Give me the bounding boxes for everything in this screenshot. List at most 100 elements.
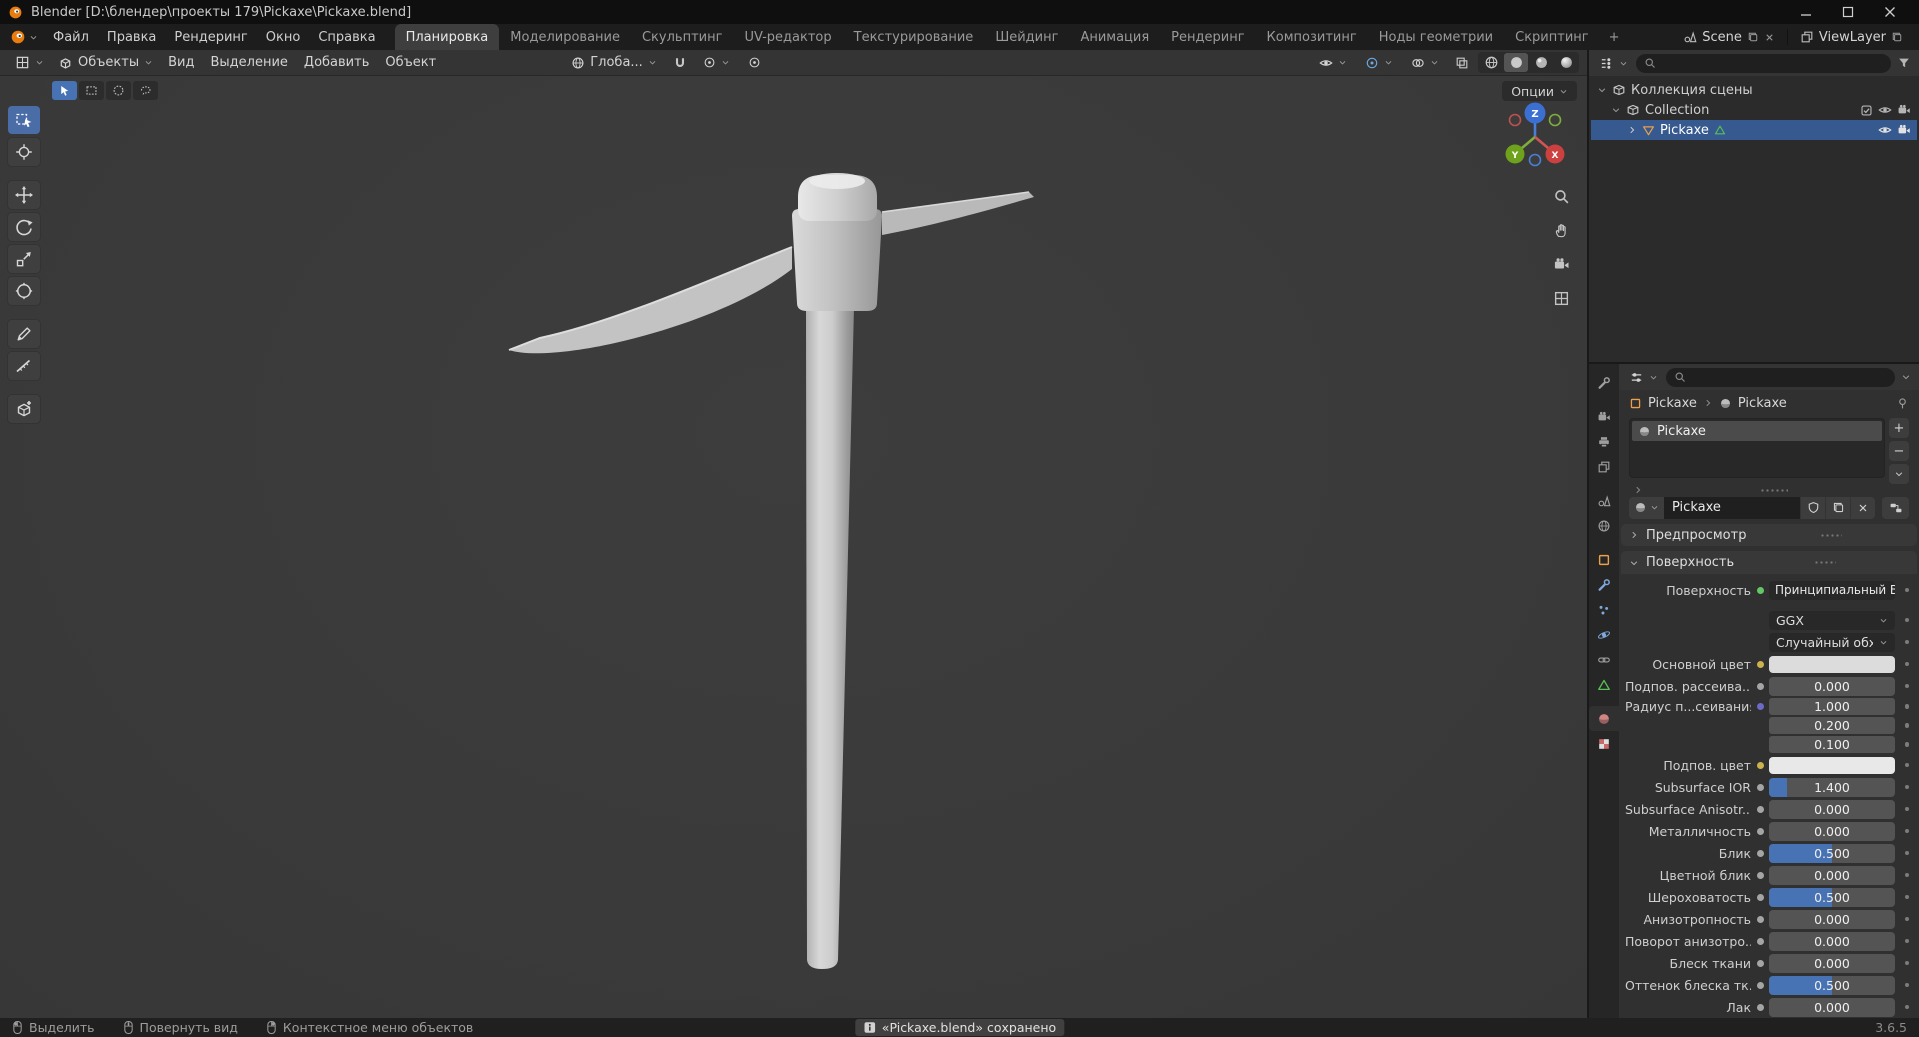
blender-menu-button[interactable] xyxy=(4,24,44,50)
decorator-dot[interactable] xyxy=(1895,723,1919,728)
decorator-dot[interactable] xyxy=(1895,806,1919,812)
decorator-dot[interactable] xyxy=(1895,828,1919,834)
proportional-editing-dropdown[interactable] xyxy=(741,54,768,71)
move-tool[interactable] xyxy=(8,181,40,209)
annotate-tool[interactable] xyxy=(8,320,40,348)
anisotropic-slider[interactable]: 0.000 xyxy=(1769,909,1895,929)
tab-scene[interactable] xyxy=(1589,488,1619,513)
decorator-dot[interactable] xyxy=(1895,639,1919,645)
camera-view-icon[interactable] xyxy=(1549,252,1573,276)
mode-select[interactable]: Объекты xyxy=(51,53,160,72)
scene-collection-row[interactable]: Коллекция сцены xyxy=(1591,80,1917,100)
decorator-dot[interactable] xyxy=(1895,683,1919,689)
tab-sculpting[interactable]: Скульптинг xyxy=(631,24,733,50)
tab-modifiers[interactable] xyxy=(1589,572,1619,597)
snap-target-dropdown[interactable] xyxy=(696,54,737,71)
tab-render[interactable] xyxy=(1589,404,1619,429)
properties-editor-type-button[interactable] xyxy=(1627,368,1660,387)
zoom-icon[interactable] xyxy=(1549,184,1573,208)
subsurface-ior-slider[interactable]: 1.400 xyxy=(1769,777,1895,797)
cursor-tool[interactable] xyxy=(8,138,40,166)
viewlayer-selector[interactable]: ViewLayer xyxy=(1794,28,1909,47)
base-color-swatch[interactable] xyxy=(1769,655,1895,673)
render-visibility-camera-icon[interactable] xyxy=(1897,123,1911,137)
shading-rendered-button[interactable] xyxy=(1554,53,1578,72)
tab-object-data[interactable] xyxy=(1589,672,1619,697)
unlink-scene-icon[interactable] xyxy=(1764,32,1775,43)
radius-z-field[interactable]: 0.100 xyxy=(1769,736,1895,753)
decorator-dot[interactable] xyxy=(1895,617,1919,623)
outliner-search-input[interactable] xyxy=(1636,53,1891,73)
measure-tool[interactable] xyxy=(8,352,40,380)
close-button[interactable] xyxy=(1869,0,1911,24)
pan-hand-icon[interactable] xyxy=(1549,218,1573,242)
menu-select[interactable]: Выделение xyxy=(202,52,295,73)
decorator-dot[interactable] xyxy=(1895,661,1919,667)
chevron-down-icon[interactable] xyxy=(1597,85,1607,95)
shading-solid-button[interactable] xyxy=(1504,53,1528,72)
distribution-dropdown[interactable]: GGX xyxy=(1769,610,1895,630)
unlink-material-button[interactable] xyxy=(1850,496,1875,519)
editor-type-button[interactable] xyxy=(8,53,51,72)
radius-y-field[interactable]: 0.200 xyxy=(1769,717,1895,734)
menu-help[interactable]: Справка xyxy=(309,26,384,49)
add-workspace-button[interactable]: + xyxy=(1600,24,1629,50)
new-material-button[interactable] xyxy=(1825,496,1850,519)
subsurface-slider[interactable]: 0.000 xyxy=(1769,676,1895,696)
select-mode-circle[interactable] xyxy=(106,81,131,100)
overlays-dropdown[interactable] xyxy=(1404,54,1446,72)
select-mode-box[interactable] xyxy=(79,81,104,100)
transform-tool[interactable] xyxy=(8,277,40,305)
menu-file[interactable]: Файл xyxy=(44,26,98,49)
specular-tint-slider[interactable]: 0.000 xyxy=(1769,865,1895,885)
tab-compositing[interactable]: Композитинг xyxy=(1256,24,1368,50)
tab-texturing[interactable]: Текстурирование xyxy=(843,24,985,50)
minimize-button[interactable] xyxy=(1785,0,1827,24)
tab-rendering[interactable]: Рендеринг xyxy=(1160,24,1255,50)
tab-texture[interactable] xyxy=(1589,731,1619,756)
menu-add[interactable]: Добавить xyxy=(296,52,377,73)
rotate-tool[interactable] xyxy=(8,213,40,241)
anisotropic-rotation-slider[interactable]: 0.000 xyxy=(1769,931,1895,951)
chevron-right-icon[interactable] xyxy=(1633,485,1643,495)
decorator-dot[interactable] xyxy=(1895,872,1919,878)
material-name-field[interactable]: Pickaxe xyxy=(1664,496,1800,519)
navigation-gizmo[interactable]: Z Y X xyxy=(1489,88,1581,180)
maximize-button[interactable] xyxy=(1827,0,1869,24)
menu-object[interactable]: Объект xyxy=(377,52,444,73)
decorator-dot[interactable] xyxy=(1895,894,1919,900)
subsurface-method-dropdown[interactable]: Случайный обход xyxy=(1769,632,1895,652)
clearcoat-slider[interactable]: 0.000 xyxy=(1769,997,1895,1017)
decorator-dot[interactable] xyxy=(1895,762,1919,768)
sheen-slider[interactable]: 0.000 xyxy=(1769,953,1895,973)
use-nodes-button[interactable] xyxy=(1882,496,1909,519)
browse-material-button[interactable] xyxy=(1629,496,1664,519)
properties-search-input[interactable] xyxy=(1666,367,1895,387)
specular-slider[interactable]: 0.500 xyxy=(1769,843,1895,863)
hide-eye-icon[interactable] xyxy=(1878,103,1892,117)
xray-toggle[interactable] xyxy=(1450,53,1474,73)
metallic-slider[interactable]: 0.000 xyxy=(1769,821,1895,841)
add-slot-button[interactable]: + xyxy=(1889,418,1909,439)
filter-funnel-icon[interactable] xyxy=(1897,56,1911,70)
tab-world[interactable] xyxy=(1589,513,1619,538)
tab-material[interactable] xyxy=(1589,706,1619,731)
slot-list-grip[interactable] xyxy=(1619,486,1919,494)
tab-geometry-nodes[interactable]: Ноды геометрии xyxy=(1368,24,1504,50)
decorator-dot[interactable] xyxy=(1895,850,1919,856)
shader-select-button[interactable]: Принципиальный BSDF xyxy=(1769,580,1895,600)
gizmos-dropdown[interactable] xyxy=(1358,54,1400,72)
select-mode-lasso[interactable] xyxy=(133,81,158,100)
decorator-dot[interactable] xyxy=(1895,982,1919,988)
decorator-dot[interactable] xyxy=(1895,1004,1919,1010)
tab-view-layer[interactable] xyxy=(1589,454,1619,479)
tab-uv-editor[interactable]: UV-редактор xyxy=(733,24,842,50)
surface-section-header[interactable]: Поверхность xyxy=(1621,551,1917,574)
subsurface-color-swatch[interactable] xyxy=(1769,756,1895,774)
transform-orientation-dropdown[interactable]: Глоба... xyxy=(564,53,664,72)
scene-selector[interactable]: Scene xyxy=(1677,28,1781,47)
subsurface-anisotropy-slider[interactable]: 0.000 xyxy=(1769,799,1895,819)
tab-object[interactable] xyxy=(1589,547,1619,572)
tab-layout[interactable]: Планировка xyxy=(394,24,500,50)
render-visibility-camera-icon[interactable] xyxy=(1897,103,1911,117)
